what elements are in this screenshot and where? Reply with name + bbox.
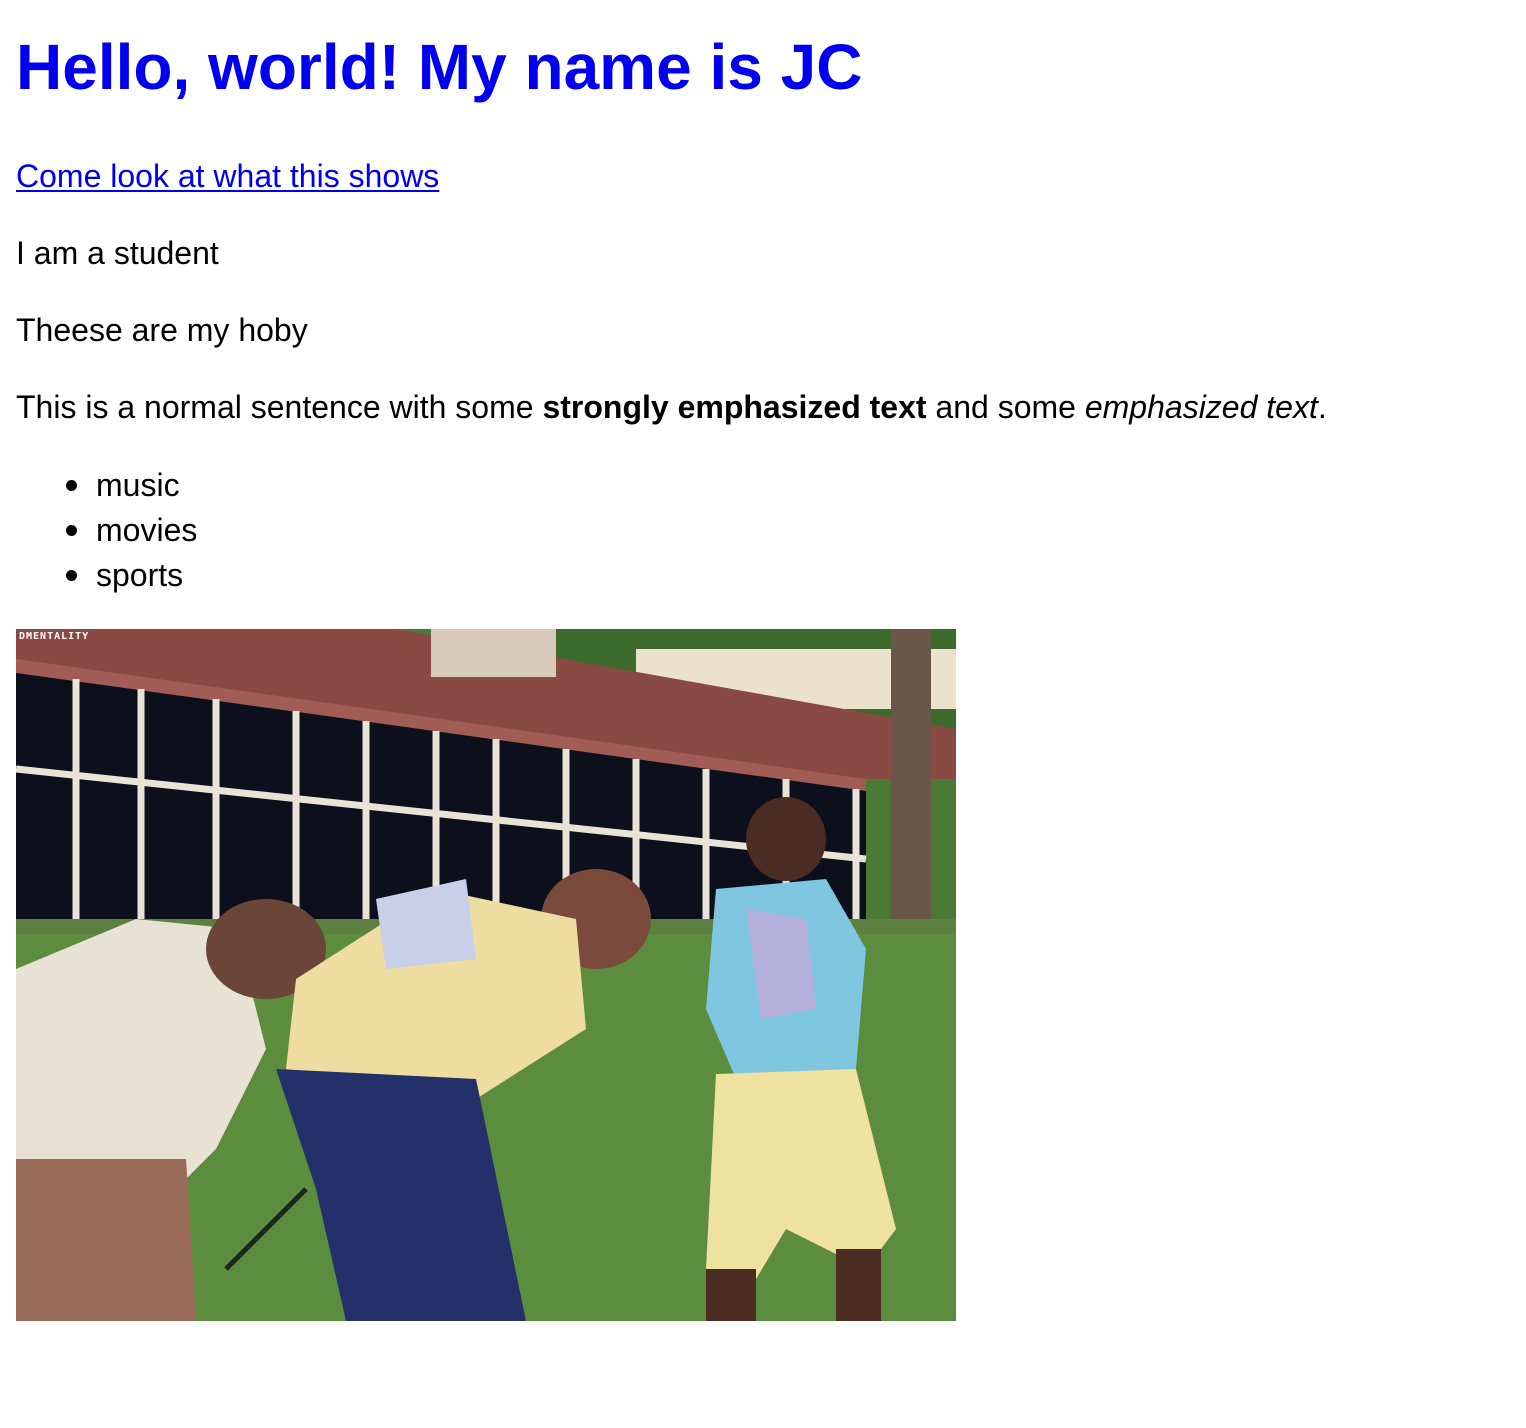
hobby-label: sports <box>96 557 184 593</box>
strong-text: strongly emphasized text <box>542 389 927 425</box>
shows-link[interactable]: Come look at what this shows <box>16 158 439 194</box>
bullet-icon <box>66 525 77 536</box>
bullet-icon <box>66 480 77 491</box>
tree-trunk <box>891 629 931 929</box>
hobby-list: music movies sports <box>16 463 197 598</box>
bullet-icon <box>66 570 77 581</box>
sentence-start: This is a normal sentence with some <box>16 389 543 425</box>
page-heading: Hello, world! My name is JC <box>16 31 863 103</box>
sentence-middle: and some <box>926 389 1085 425</box>
hobby-label: music <box>96 467 180 503</box>
emphasized-text: emphasized text <box>1084 389 1318 425</box>
list-item: sports <box>66 553 197 598</box>
hobby-intro-paragraph: Theese are my hoby <box>16 312 308 348</box>
chimney <box>431 629 556 677</box>
list-item: movies <box>66 508 198 553</box>
sentence-end: . <box>1317 389 1327 425</box>
emphasis-sentence: This is a normal sentence with some stro… <box>16 387 1327 427</box>
list-item: music <box>66 463 197 508</box>
student-paragraph: I am a student <box>16 235 219 271</box>
gif-watermark: DMENTALITY <box>19 631 90 642</box>
link-paragraph: Come look at what this shows <box>16 156 439 196</box>
hobby-label: movies <box>96 512 198 548</box>
dancing-gif-image: DMENTALITY <box>16 629 956 1321</box>
gif-scene <box>16 629 956 1321</box>
